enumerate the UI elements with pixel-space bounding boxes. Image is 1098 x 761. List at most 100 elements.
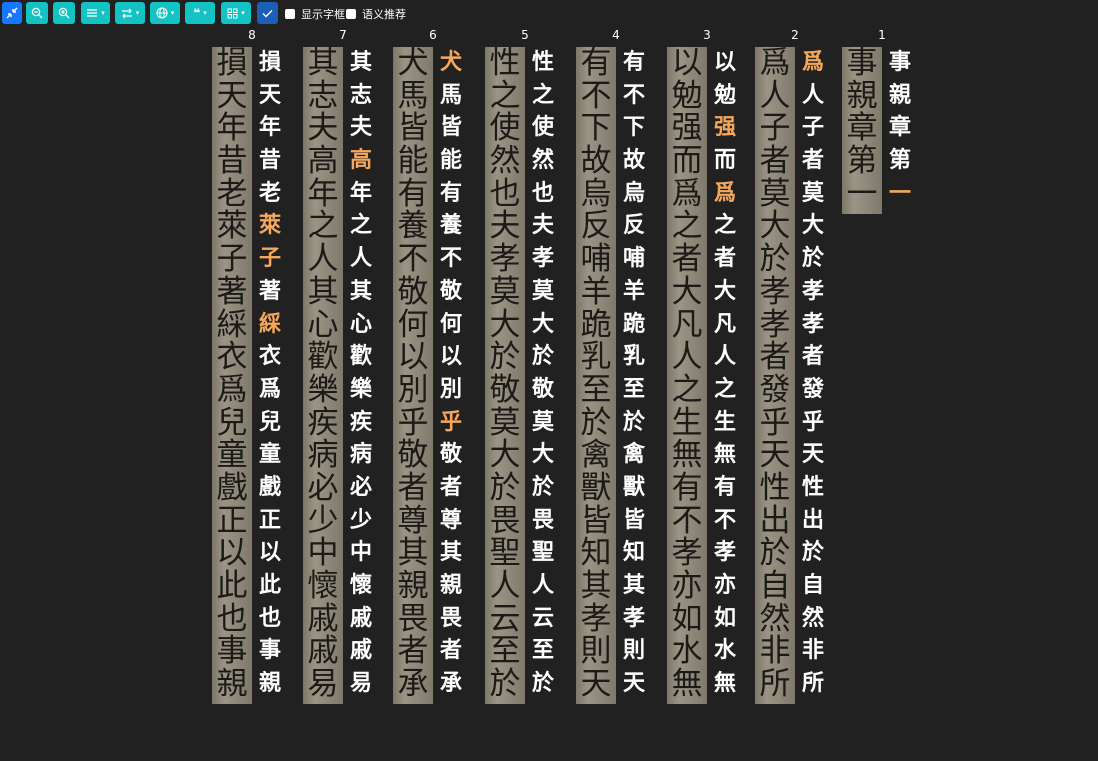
transcribed-char[interactable]: 然 bbox=[793, 603, 833, 636]
transcribed-char[interactable]: 養 bbox=[431, 210, 471, 243]
transcribed-char[interactable]: 知 bbox=[614, 537, 654, 570]
transcribed-char[interactable]: 乎 bbox=[431, 407, 471, 440]
transcribed-char[interactable]: 親 bbox=[250, 668, 290, 701]
transcribed-char[interactable]: 心 bbox=[341, 309, 381, 342]
transcribed-char[interactable]: 正 bbox=[250, 505, 290, 538]
transcribed-char[interactable]: 子 bbox=[250, 243, 290, 276]
transcribed-char[interactable]: 者 bbox=[705, 243, 745, 276]
transcribed-char[interactable]: 如 bbox=[705, 603, 745, 636]
transcribed-char[interactable]: 人 bbox=[705, 341, 745, 374]
transcribed-char[interactable]: 大 bbox=[705, 276, 745, 309]
transcribed-char[interactable]: 於 bbox=[523, 341, 563, 374]
transcribed-char[interactable]: 哺 bbox=[614, 243, 654, 276]
transcribed-char[interactable]: 人 bbox=[523, 570, 563, 603]
transcribed-char[interactable]: 親 bbox=[431, 570, 471, 603]
direction-menu-button[interactable]: ▾ bbox=[115, 2, 145, 24]
semantic-recommend-toggle[interactable]: 语义推荐 bbox=[346, 7, 406, 21]
transcribed-char[interactable]: 勉 bbox=[705, 80, 745, 113]
transcribed-char[interactable]: 孝 bbox=[614, 603, 654, 636]
transcribed-char[interactable]: 能 bbox=[431, 145, 471, 178]
transcribed-char[interactable]: 高 bbox=[341, 145, 381, 178]
transcribed-char[interactable]: 親 bbox=[880, 80, 920, 113]
transcribed-char[interactable]: 莫 bbox=[523, 276, 563, 309]
transcribed-char[interactable]: 故 bbox=[614, 145, 654, 178]
transcribed-char[interactable]: 於 bbox=[793, 537, 833, 570]
transcribed-char[interactable]: 乳 bbox=[614, 341, 654, 374]
transcribed-char[interactable]: 也 bbox=[250, 603, 290, 636]
transcribed-char[interactable]: 萊 bbox=[250, 210, 290, 243]
transcribed-char[interactable]: 之 bbox=[341, 210, 381, 243]
transcribed-char[interactable]: 云 bbox=[523, 603, 563, 636]
transcribed-char[interactable]: 不 bbox=[431, 243, 471, 276]
transcribed-char[interactable]: 跪 bbox=[614, 309, 654, 342]
transcribed-char[interactable]: 至 bbox=[614, 374, 654, 407]
transcribed-char[interactable]: 犬 bbox=[431, 47, 471, 80]
transcribed-char[interactable]: 夫 bbox=[341, 112, 381, 145]
transcribed-char[interactable]: 使 bbox=[523, 112, 563, 145]
transcribed-char[interactable]: 敬 bbox=[431, 276, 471, 309]
transcribed-char[interactable]: 性 bbox=[793, 472, 833, 505]
transcribed-char[interactable]: 承 bbox=[431, 668, 471, 701]
transcribed-char[interactable]: 事 bbox=[250, 635, 290, 668]
transcribed-char[interactable]: 不 bbox=[614, 80, 654, 113]
transcribed-char[interactable]: 者 bbox=[431, 472, 471, 505]
transcribed-char[interactable]: 病 bbox=[341, 439, 381, 472]
transcribed-char[interactable]: 何 bbox=[431, 309, 471, 342]
scanned-column-image[interactable]: 犬馬皆能有養不敬何以別乎敬者尊其親畏者承 bbox=[393, 47, 433, 704]
transcribed-char[interactable]: 不 bbox=[705, 505, 745, 538]
transcribed-char[interactable]: 疾 bbox=[341, 407, 381, 440]
transcribed-char[interactable]: 天 bbox=[793, 439, 833, 472]
transcribed-char[interactable]: 發 bbox=[793, 374, 833, 407]
view-menu-button[interactable]: ▾ bbox=[221, 2, 251, 24]
transcribed-char[interactable]: 無 bbox=[705, 668, 745, 701]
transcribed-char[interactable]: 此 bbox=[250, 570, 290, 603]
transcribed-char[interactable]: 禽 bbox=[614, 439, 654, 472]
transcribed-char[interactable]: 昔 bbox=[250, 145, 290, 178]
transcribed-char[interactable]: 其 bbox=[341, 47, 381, 80]
scanned-column-image[interactable]: 事親章第一 bbox=[842, 47, 882, 214]
transcribed-char[interactable]: 尊 bbox=[431, 505, 471, 538]
transcribed-char[interactable]: 聖 bbox=[523, 537, 563, 570]
collapse-button[interactable] bbox=[2, 2, 22, 24]
transcribed-char[interactable]: 綵 bbox=[250, 309, 290, 342]
language-menu-button[interactable]: ▾ bbox=[150, 2, 180, 24]
transcribed-char[interactable]: 戲 bbox=[250, 472, 290, 505]
transcribed-char[interactable]: 著 bbox=[250, 276, 290, 309]
transcribed-char[interactable]: 反 bbox=[614, 210, 654, 243]
transcribed-char[interactable]: 其 bbox=[341, 276, 381, 309]
transcribed-char[interactable]: 莫 bbox=[523, 407, 563, 440]
transcribed-char[interactable]: 畏 bbox=[431, 603, 471, 636]
transcribed-char[interactable]: 於 bbox=[614, 407, 654, 440]
transcribed-char[interactable]: 爲 bbox=[250, 374, 290, 407]
transcribed-char[interactable]: 樂 bbox=[341, 374, 381, 407]
transcribed-char[interactable]: 於 bbox=[793, 243, 833, 276]
transcribed-char[interactable]: 大 bbox=[793, 210, 833, 243]
transcribed-char[interactable]: 孝 bbox=[793, 309, 833, 342]
transcribed-char[interactable]: 有 bbox=[431, 178, 471, 211]
transcribed-char[interactable]: 之 bbox=[705, 210, 745, 243]
transcribed-char[interactable]: 生 bbox=[705, 407, 745, 440]
transcribed-char[interactable]: 兒 bbox=[250, 407, 290, 440]
transcribed-char[interactable]: 人 bbox=[793, 80, 833, 113]
transcribed-char[interactable]: 事 bbox=[880, 47, 920, 80]
scanned-column-image[interactable]: 性之使然也夫孝莫大於敬莫大於畏聖人云至於 bbox=[485, 47, 525, 704]
zoom-in-button[interactable] bbox=[53, 2, 75, 24]
transcribed-char[interactable]: 强 bbox=[705, 112, 745, 145]
transcribed-char[interactable]: 大 bbox=[523, 309, 563, 342]
transcribed-char[interactable]: 孝 bbox=[793, 276, 833, 309]
transcribed-char[interactable]: 年 bbox=[341, 178, 381, 211]
transcribed-char[interactable]: 中 bbox=[341, 537, 381, 570]
transcribed-char[interactable]: 所 bbox=[793, 668, 833, 701]
transcribed-char[interactable]: 人 bbox=[341, 243, 381, 276]
transcribed-char[interactable]: 自 bbox=[793, 570, 833, 603]
transcribed-char[interactable]: 爲 bbox=[705, 178, 745, 211]
transcribed-char[interactable]: 下 bbox=[614, 112, 654, 145]
transcribed-char[interactable]: 而 bbox=[705, 145, 745, 178]
scanned-column-image[interactable]: 以勉强而爲之者大凡人之生無有不孝亦如水無 bbox=[667, 47, 707, 704]
transcribed-char[interactable]: 畏 bbox=[523, 505, 563, 538]
show-char-box-toggle[interactable]: 显示字框 bbox=[285, 7, 345, 21]
transcribed-char[interactable]: 水 bbox=[705, 635, 745, 668]
transcribed-char[interactable]: 凡 bbox=[705, 309, 745, 342]
transcribed-char[interactable]: 敬 bbox=[431, 439, 471, 472]
transcribed-char[interactable]: 者 bbox=[793, 341, 833, 374]
